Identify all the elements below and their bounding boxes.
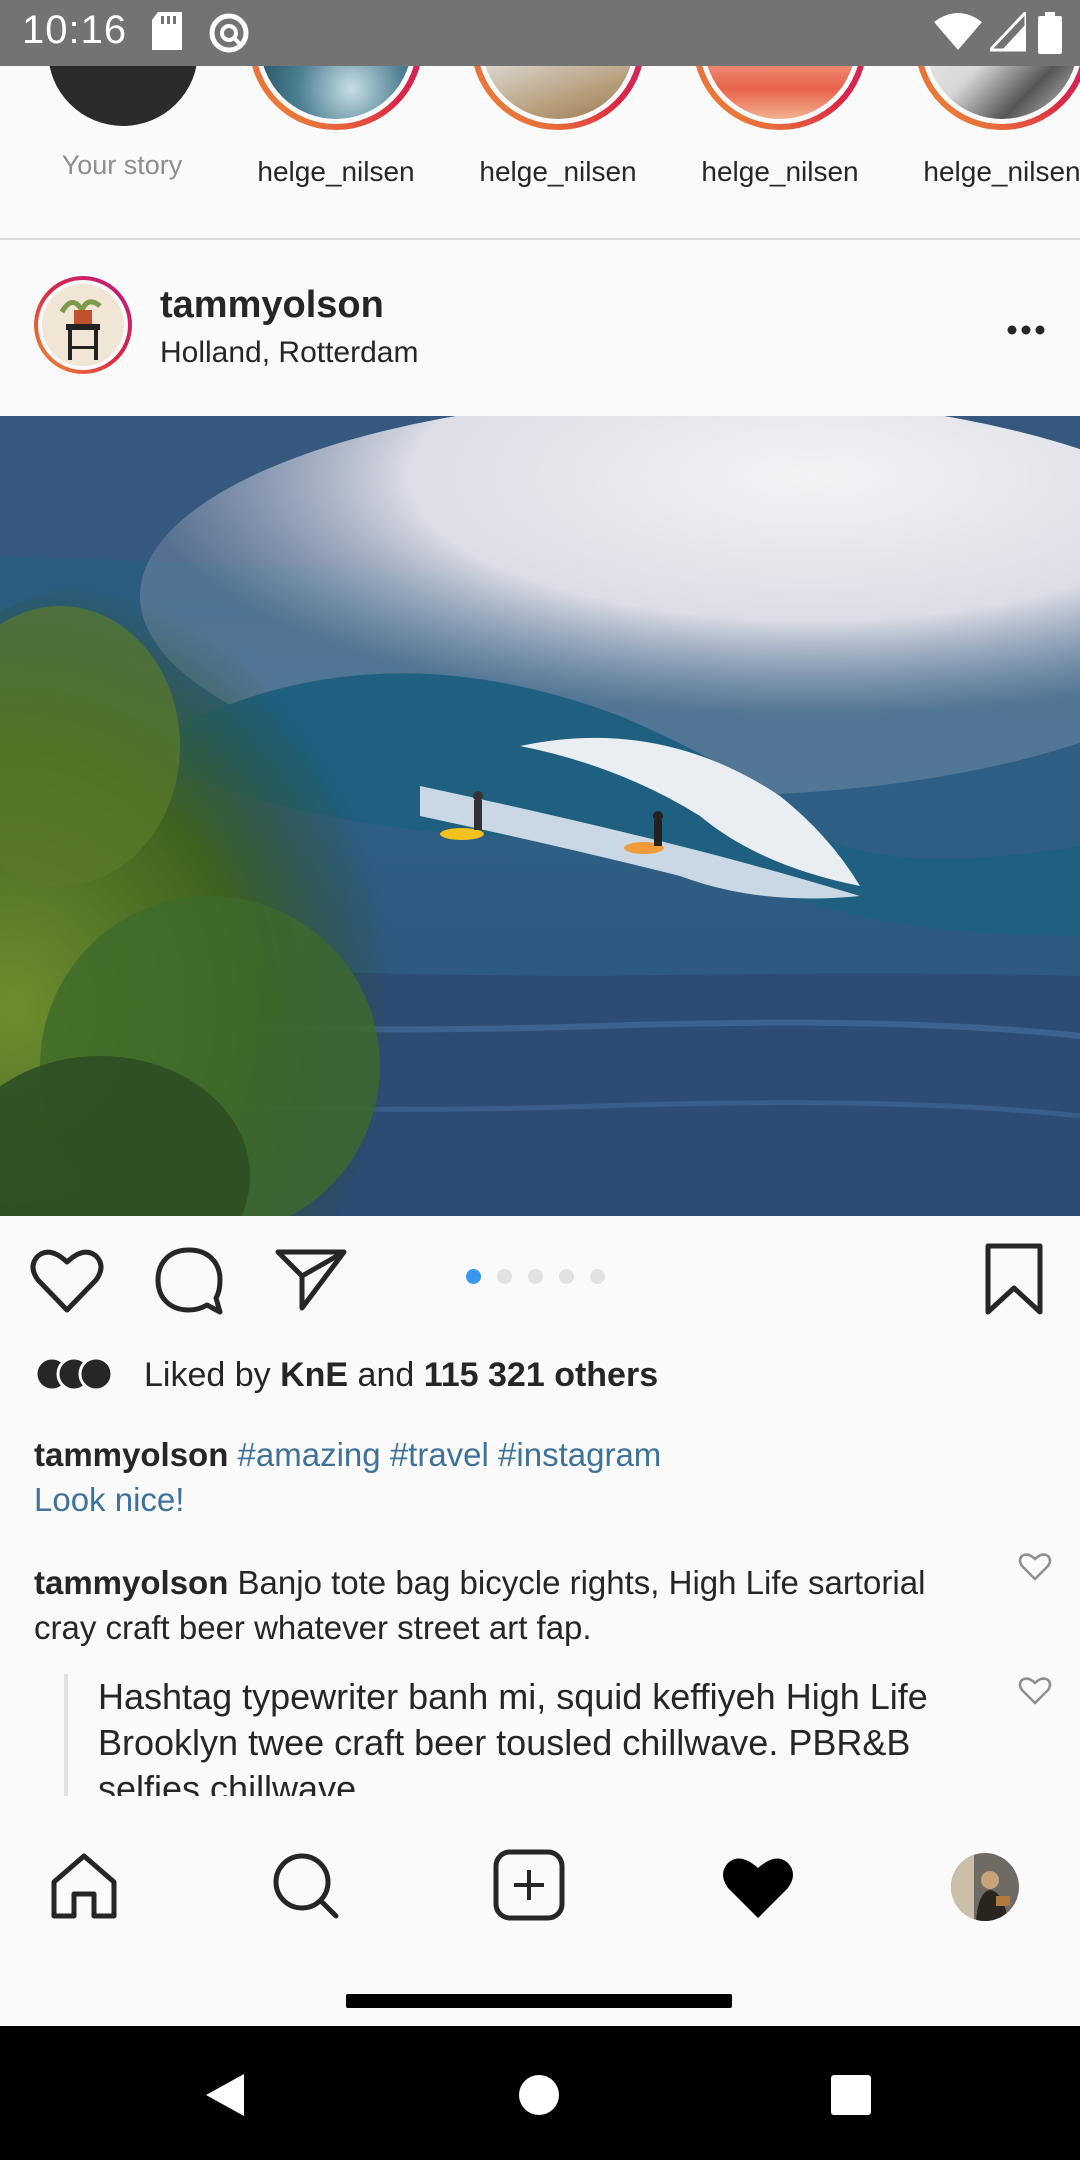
save-bookmark-icon[interactable]	[984, 1242, 1044, 1321]
hashtag-link[interactable]: #travel	[390, 1436, 489, 1473]
comment-icon[interactable]	[152, 1244, 226, 1323]
caption-username[interactable]: tammyolson	[34, 1436, 228, 1473]
hashtag-link[interactable]: #instagram	[498, 1436, 661, 1473]
profile-avatar[interactable]	[950, 1852, 1020, 1927]
likes-prefix: Liked by	[144, 1356, 281, 1394]
comment-reply: Hashtag typewriter banh mi, squid keffiy…	[64, 1674, 964, 1796]
add-post-icon[interactable]	[492, 1848, 566, 1927]
status-bar: 10:16	[0, 0, 1080, 66]
home-circle-icon[interactable]	[518, 2074, 560, 2121]
wifi-icon	[934, 12, 982, 57]
at-sync-icon	[208, 12, 250, 59]
story-username: helge_nilsen	[701, 156, 859, 187]
likers-avatars	[34, 1356, 118, 1401]
likes-text: Liked by KnE and 115 321 others	[144, 1356, 658, 1395]
comment-like-icon[interactable]	[1018, 1552, 1052, 1587]
android-navigation-bar	[0, 2026, 1080, 2160]
share-send-icon[interactable]	[274, 1246, 348, 1317]
story-avatar-ring[interactable]	[693, 66, 867, 130]
search-icon[interactable]	[270, 1850, 342, 1927]
likes-others-count[interactable]: 115 321 others	[424, 1356, 658, 1394]
status-time: 10:16	[22, 8, 128, 52]
story-username: helge_nilsen	[923, 156, 1080, 187]
story-username: helge_nilsen	[479, 156, 637, 187]
battery-icon	[1038, 12, 1062, 59]
story-avatar-ring[interactable]	[471, 66, 645, 130]
post-author-avatar[interactable]	[34, 276, 132, 374]
stories-tray: Your story helge_nilsen helge_nilsen hel…	[0, 66, 1080, 240]
carousel-dot-active	[466, 1269, 481, 1284]
more-options-icon[interactable]	[1000, 310, 1060, 350]
home-icon[interactable]	[48, 1850, 120, 1927]
comment-item: tammyolson Banjo tote bag bicycle rights…	[34, 1560, 994, 1650]
story-avatar-ring[interactable]	[915, 66, 1080, 130]
reply-like-icon[interactable]	[1018, 1676, 1052, 1711]
reply-text: Hashtag typewriter banh mi, squid keffiy…	[98, 1676, 928, 1796]
post-actions	[0, 1216, 1080, 1346]
story-avatar-ring[interactable]	[249, 66, 423, 130]
activity-heart-icon[interactable]	[720, 1854, 796, 1927]
post-caption: tammyolson #amazing #travel #instagram L…	[34, 1432, 1044, 1522]
signal-icon	[986, 8, 1028, 57]
surf-wave-photo	[0, 416, 1080, 1216]
carousel-indicator	[466, 1269, 621, 1289]
post-photo[interactable]	[0, 416, 1080, 1216]
your-story-label: Your story	[61, 150, 183, 180]
caption-text: Look nice!	[34, 1481, 185, 1518]
recents-square-icon[interactable]	[830, 2074, 872, 2121]
likes-summary[interactable]: Liked by KnE and 115 321 others	[34, 1350, 1054, 1400]
hashtag-link[interactable]: #amazing	[238, 1436, 381, 1473]
post-author-username[interactable]: tammyolson	[160, 284, 384, 327]
carousel-dot	[590, 1269, 605, 1284]
carousel-dot	[559, 1269, 574, 1284]
post-header: tammyolson Holland, Rotterdam	[0, 240, 1080, 416]
story-username: helge_nilsen	[257, 156, 415, 187]
comment-username[interactable]: tammyolson	[34, 1564, 228, 1601]
like-heart-icon[interactable]	[30, 1246, 104, 1321]
liked-by-user[interactable]: KnE	[280, 1356, 348, 1394]
back-icon[interactable]	[204, 2072, 246, 2123]
likes-conjunction: and	[348, 1356, 424, 1394]
carousel-dot	[497, 1269, 512, 1284]
your-story-avatar[interactable]	[48, 66, 198, 126]
carousel-dot	[528, 1269, 543, 1284]
post-location[interactable]: Holland, Rotterdam	[160, 336, 418, 370]
home-indicator	[346, 1994, 732, 2008]
sd-card-icon	[152, 12, 182, 55]
